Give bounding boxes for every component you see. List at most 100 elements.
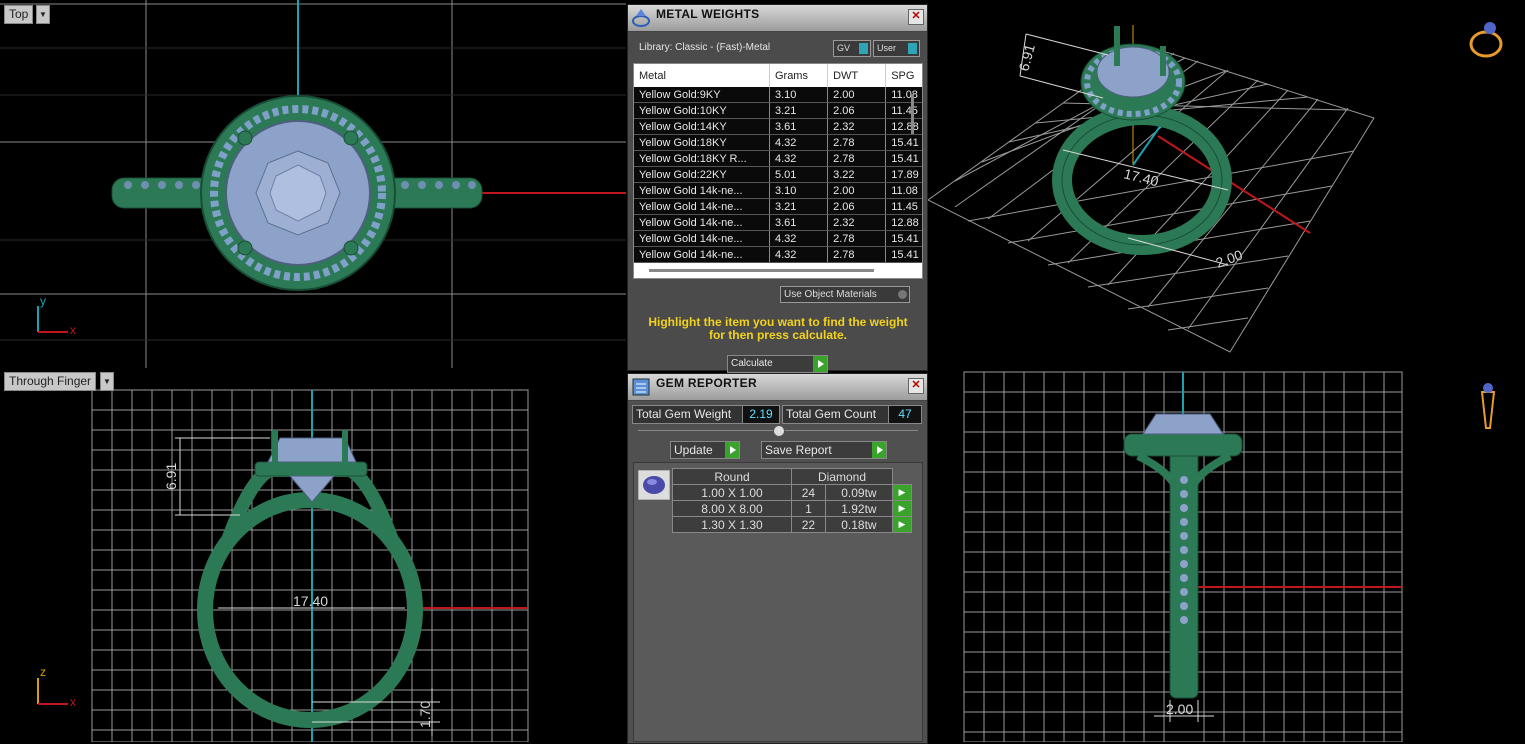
metal-table-cell: Yellow Gold:18KY: [634, 134, 770, 151]
metal-weights-title: METAL WEIGHTS: [656, 7, 760, 21]
gem-reporter-titlebar[interactable]: GEM REPORTER ✕: [628, 374, 927, 401]
metal-table-cell: Yellow Gold 14k-ne...: [634, 214, 770, 231]
perspective-dim-width: 17.40: [1122, 165, 1160, 189]
gem-row-select-button[interactable]: ▶: [892, 500, 912, 517]
front-dim-width: 17.40: [293, 593, 328, 609]
top-view-canvas[interactable]: y x: [0, 0, 626, 368]
viewport-top[interactable]: y x Top ▼: [0, 0, 626, 368]
viewport-side[interactable]: 2.00: [928, 370, 1525, 742]
metal-table-cell: Yellow Gold:10KY: [634, 102, 770, 119]
gem-table-cell: 22: [791, 516, 826, 533]
metal-table-row[interactable]: Yellow Gold:18KY 4.32 2.78 15.41: [634, 134, 922, 151]
metal-table-row[interactable]: Yellow Gold:22KY 5.01 3.22 17.89: [634, 166, 922, 183]
metal-table-cell: 3.21: [769, 198, 829, 215]
metal-table-cell: Yellow Gold 14k-ne...: [634, 246, 770, 263]
gem-table-row[interactable]: 1.30 X 1.30 22 0.18tw ▶: [672, 516, 912, 533]
metal-table-cell: 2.78: [827, 150, 887, 167]
metal-table-row[interactable]: Yellow Gold:9KY 3.10 2.00 11.08: [634, 87, 922, 103]
finger-view-icon[interactable]: [1480, 383, 1496, 429]
metal-table-cell: Yellow Gold 14k-ne...: [634, 230, 770, 247]
metal-table-header[interactable]: Grams: [769, 64, 829, 87]
ring-perspective[interactable]: [1052, 26, 1232, 255]
calc-instructions-line2: for then press calculate.: [708, 328, 848, 342]
side-dim-width: 2.00: [1166, 701, 1193, 717]
metal-table-cell: 2.78: [827, 246, 887, 263]
viewport-front-label[interactable]: Through Finger: [4, 372, 97, 391]
axis-x-label: x: [70, 695, 76, 709]
update-button[interactable]: Update: [670, 441, 740, 459]
close-icon[interactable]: ✕: [908, 9, 924, 25]
front-dim-band: 1.70: [417, 701, 433, 728]
total-gem-count-value: 47: [888, 405, 922, 424]
metal-table-cell: 3.22: [827, 166, 887, 183]
viewport-front-dropdown[interactable]: ▼: [100, 372, 114, 391]
gem-row-select-button[interactable]: ▶: [892, 484, 912, 501]
metal-weights-panel: METAL WEIGHTS ✕ Library: Classic - (Fast…: [627, 4, 928, 373]
metal-weights-titlebar[interactable]: METAL WEIGHTS ✕: [628, 5, 927, 32]
metal-weights-icon: [632, 9, 650, 27]
side-view-canvas[interactable]: 2.00: [928, 370, 1525, 742]
gem-table-cell: 1: [791, 500, 826, 517]
metal-table-row[interactable]: Yellow Gold 14k-ne... 4.32 2.78 15.41: [634, 246, 922, 263]
total-gem-count-label: Total Gem Count: [782, 405, 890, 424]
metal-table-row[interactable]: Yellow Gold 14k-ne... 3.21 2.06 11.45: [634, 198, 922, 215]
ring-top-view[interactable]: [111, 95, 483, 291]
close-icon[interactable]: ✕: [908, 378, 924, 394]
metal-table-cell: 12.88: [885, 118, 922, 135]
viewport-top-dropdown[interactable]: ▼: [36, 5, 50, 24]
use-object-materials-toggle[interactable]: Use Object Materials: [780, 286, 910, 303]
user-toggle[interactable]: User: [873, 40, 920, 57]
splitter-handle[interactable]: [773, 425, 785, 437]
metal-table-header[interactable]: SPG: [885, 64, 922, 87]
viewport-front[interactable]: 6.91 17.40 1.70 z x Through Finger ▼: [0, 370, 626, 742]
gem-table-row[interactable]: 1.00 X 1.00 24 0.09tw ▶: [672, 484, 912, 501]
metal-table-row[interactable]: Yellow Gold 14k-ne... 3.10 2.00 11.08: [634, 182, 922, 199]
metal-table-cell: 15.41: [885, 134, 922, 151]
perspective-canvas[interactable]: 6.91 17.40 2.00: [928, 0, 1525, 368]
front-dim-height: 6.91: [163, 463, 179, 490]
metal-table-cell: Yellow Gold:18KY R...: [634, 150, 770, 167]
gem-reporter-icon: [632, 378, 650, 396]
total-gem-weight-label: Total Gem Weight: [632, 405, 744, 424]
viewport-top-label[interactable]: Top: [4, 5, 34, 24]
gem-table-cell: 0.09tw: [824, 484, 894, 501]
metal-table-cell: 2.06: [827, 198, 887, 215]
metal-table-row[interactable]: Yellow Gold 14k-ne... 4.32 2.78 15.41: [634, 230, 922, 247]
metal-table-cell: 2.78: [827, 134, 887, 151]
gem-row-select-button[interactable]: ▶: [892, 516, 912, 533]
save-report-button[interactable]: Save Report: [761, 441, 887, 459]
metal-table-cell: 15.41: [885, 246, 922, 263]
metal-table-row[interactable]: Yellow Gold:18KY R... 4.32 2.78 15.41: [634, 150, 922, 167]
gem-table-row[interactable]: 8.00 X 8.00 1 1.92tw ▶: [672, 500, 912, 517]
metal-table[interactable]: Metal Grams DWT SPG Yellow Gold:9KY 3.10 2.00…: [633, 63, 923, 279]
perspective-dim-small: 2.00: [1214, 246, 1245, 270]
axis-indicator: z x: [37, 665, 76, 709]
metal-table-header[interactable]: Metal: [634, 64, 770, 87]
metal-table-cell: 3.10: [769, 87, 829, 103]
gv-toggle[interactable]: GV: [833, 40, 871, 57]
metal-table-row[interactable]: Yellow Gold:10KY 3.21 2.06 11.45: [634, 102, 922, 119]
ring-view-icon[interactable]: [1469, 22, 1503, 58]
gem-table-cell: 1.00 X 1.00: [672, 484, 792, 501]
front-view-canvas[interactable]: 6.91 17.40 1.70 z x: [0, 370, 626, 742]
ring-front-view[interactable]: [197, 430, 423, 728]
calculate-button[interactable]: Calculate: [727, 355, 828, 373]
axis-y-label: y: [40, 294, 46, 308]
metal-table-cell: 2.78: [827, 230, 887, 247]
viewport-perspective[interactable]: 6.91 17.40 2.00: [928, 0, 1525, 368]
gem-table[interactable]: Round Diamond 1.00 X 1.00 24 0.09tw ▶ 8.00 X…: [672, 468, 912, 533]
metal-table-cell: 11.08: [885, 87, 922, 103]
metal-table-cell: 5.01: [769, 166, 829, 183]
metal-table-cell: Yellow Gold 14k-ne...: [634, 198, 770, 215]
calc-instructions-line1: Highlight the item you want to find the …: [648, 315, 908, 329]
metal-table-cell: 3.10: [769, 182, 829, 199]
metal-table-cell: Yellow Gold:14KY: [634, 118, 770, 135]
table-hscrollbar[interactable]: [649, 269, 874, 272]
axis-indicator: y x: [37, 294, 76, 337]
gem-table-cell: 1.30 X 1.30: [672, 516, 792, 533]
metal-table-cell: Yellow Gold:22KY: [634, 166, 770, 183]
table-scrollbar[interactable]: [911, 94, 914, 134]
metal-table-header[interactable]: DWT: [827, 64, 887, 87]
metal-table-row[interactable]: Yellow Gold 14k-ne... 3.61 2.32 12.88: [634, 214, 922, 231]
metal-table-row[interactable]: Yellow Gold:14KY 3.61 2.32 12.88: [634, 118, 922, 135]
